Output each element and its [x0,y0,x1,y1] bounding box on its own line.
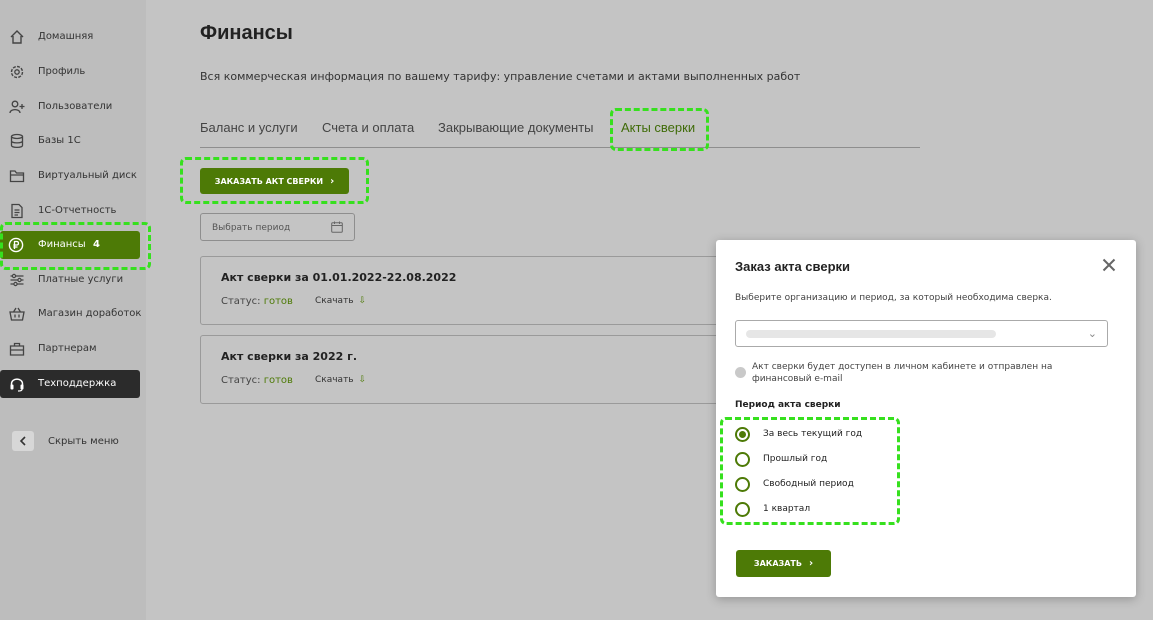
status-badge: готов [263,375,293,386]
radio-button[interactable] [735,426,750,442]
sidebar-item-databases[interactable]: Базы 1С [0,127,146,155]
status-badge: готов [263,296,293,307]
modal-description: Выберите организацию и период, за которы… [735,293,1052,303]
hide-menu-label: Скрыть меню [48,435,119,447]
radio-current-year[interactable]: За весь текущий год [735,425,862,443]
sidebar-item-paid-services[interactable]: Платные услуги [0,266,146,294]
sidebar-item-finance[interactable]: Финансы 4 [0,231,140,259]
sidebar-item-label: Пользователи [38,101,113,112]
ruble-icon [8,237,24,253]
sidebar-item-label: Базы 1С [38,135,81,146]
radio-button[interactable] [735,501,750,517]
radio-label: За весь текущий год [763,429,863,439]
act-status: Статус: готов [221,296,293,307]
sidebar-item-label: Домашняя [38,31,94,42]
close-icon[interactable] [1102,258,1116,272]
download-icon: ⇩ [358,296,367,306]
info-note-text: Акт сверки будет доступен в личном кабин… [752,362,1053,384]
page-title: Финансы [200,22,293,44]
info-icon [735,367,746,378]
sidebar-item-virtual-disk[interactable]: Виртуальный диск [0,162,146,190]
act-title: Акт сверки за 01.01.2022-22.08.2022 [221,271,457,284]
sidebar-item-support[interactable]: Техподдержка [0,370,140,398]
home-icon [10,30,24,44]
tab-invoices[interactable]: Счета и оплата [322,120,414,135]
act-card: Акт сверки за 2022 г. Статус: готов Скач… [200,335,720,404]
folder-icon [9,170,25,183]
tab-closing-documents[interactable]: Закрывающие документы [438,120,594,135]
database-icon [10,133,24,149]
act-title: Акт сверки за 2022 г. [221,350,358,363]
add-user-icon [9,100,25,114]
sidebar-item-reporting[interactable]: 1С-Отчетность [0,197,146,225]
sidebar-item-label: Партнерам [38,343,97,354]
radio-last-year[interactable]: Прошлый год [735,450,827,468]
radio-custom-period[interactable]: Свободный период [735,475,854,493]
sliders-icon [10,273,24,287]
radio-label: Свободный период [763,479,854,489]
download-icon: ⇩ [358,375,367,385]
sidebar-item-label: Виртуальный диск [38,170,137,181]
order-act-modal: Заказ акта сверки Выберите организацию и… [716,240,1136,597]
hide-menu-button[interactable]: Скрыть меню [12,431,119,451]
sidebar-item-label: 1С-Отчетность [38,205,117,216]
chevron-left-icon [12,431,34,451]
act-status: Статус: готов [221,375,293,386]
sidebar-item-label: Магазин доработок [38,308,142,319]
chevron-right-icon: › [330,175,335,187]
sidebar-item-store[interactable]: Магазин доработок [0,300,146,328]
notification-badge: 4 [93,239,100,250]
document-icon [11,203,23,219]
radio-dot [739,430,746,438]
modal-title: Заказ акта сверки [735,259,851,274]
organization-select[interactable]: ⌄ [735,320,1108,347]
selected-organization [746,330,996,338]
calendar-icon [331,221,343,233]
chevron-down-icon: ⌄ [1087,327,1097,340]
sidebar: Домашняя Профиль Пользователи Базы 1С Ви… [0,0,146,620]
tab-reconciliation-acts[interactable]: Акты сверки [621,120,695,135]
radio-label: Прошлый год [763,454,828,464]
page-subtitle: Вся коммерческая информация по вашему та… [200,70,801,83]
act-card: Акт сверки за 01.01.2022-22.08.2022 Стат… [200,256,720,325]
sidebar-item-profile[interactable]: Профиль [0,58,146,86]
briefcase-icon [9,342,25,356]
radio-button[interactable] [735,451,750,467]
chevron-right-icon: › [808,558,814,569]
gear-icon [10,65,24,79]
period-section-label: Период акта сверки [735,400,841,410]
sidebar-item-label: Финансы [38,239,86,250]
sidebar-item-label: Профиль [38,66,86,77]
order-act-label: ЗАКАЗАТЬ АКТ СВЕРКИ [214,176,324,186]
download-link[interactable]: Скачать ⇩ [315,375,366,385]
sidebar-item-users[interactable]: Пользователи [0,93,146,121]
sidebar-item-label: Техподдержка [38,378,117,389]
sidebar-item-label: Платные услуги [38,274,124,285]
sidebar-item-partners[interactable]: Партнерам [0,335,146,363]
tab-balance[interactable]: Баланс и услуги [200,120,298,135]
radio-label: 1 квартал [763,504,811,514]
order-act-button[interactable]: ЗАКАЗАТЬ АКТ СВЕРКИ › [200,168,349,194]
period-placeholder: Выбрать период [212,223,291,233]
radio-button[interactable] [735,476,750,492]
radio-quarter-1[interactable]: 1 квартал [735,500,810,518]
period-picker[interactable]: Выбрать период [200,213,355,241]
basket-icon [9,307,25,321]
headset-icon [10,378,24,392]
submit-label: ЗАКАЗАТЬ [753,559,802,568]
tab-bar: Баланс и услуги Счета и оплата Закрывающ… [200,120,920,148]
download-link[interactable]: Скачать ⇩ [315,296,366,306]
sidebar-item-home[interactable]: Домашняя [0,23,146,51]
submit-order-button[interactable]: ЗАКАЗАТЬ › [736,550,831,577]
